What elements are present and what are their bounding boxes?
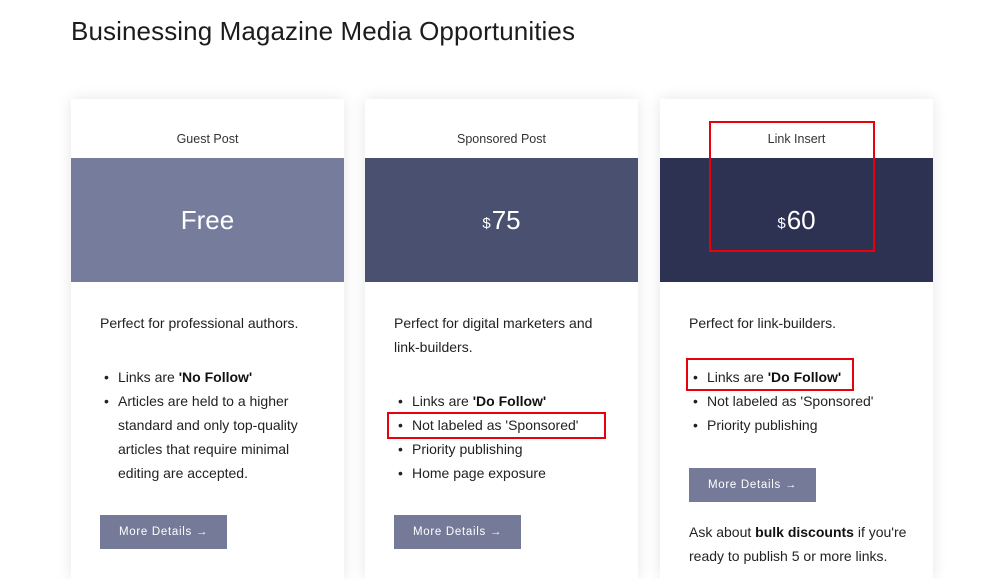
- price-amount: 75: [491, 204, 521, 235]
- bullet-icon: •: [398, 441, 403, 457]
- bullet-icon: •: [104, 393, 109, 409]
- feature-list: • Links are 'Do Follow' • Not labeled as…: [689, 365, 909, 437]
- plan-name: Sponsored Post: [457, 132, 546, 146]
- price-banner: $60: [660, 158, 933, 282]
- pricing-card-link-insert: Link Insert $60 Perfect for link-builder…: [660, 99, 933, 579]
- bullet-icon: •: [693, 369, 698, 385]
- feature-item: • Links are 'No Follow': [100, 365, 320, 389]
- bullet-icon: •: [398, 417, 403, 433]
- price-currency: $: [777, 214, 786, 232]
- bulk-discount-note: Ask about bulk discounts if you're ready…: [689, 524, 907, 564]
- feature-list: • Links are 'Do Follow' • Not labeled as…: [394, 389, 614, 485]
- feature-item: • Home page exposure: [394, 461, 614, 485]
- plan-name: Guest Post: [176, 132, 239, 146]
- bullet-icon: •: [693, 417, 698, 433]
- plan-description: Perfect for professional authors.: [100, 315, 299, 331]
- page-title: Businessing Magazine Media Opportunities: [71, 16, 576, 46]
- feature-item: • Links are 'Do Follow': [394, 389, 614, 413]
- bullet-icon: •: [398, 465, 403, 481]
- price-amount: Free: [180, 204, 235, 235]
- price-amount: 60: [786, 204, 816, 235]
- feature-item: • Not labeled as 'Sponsored': [689, 389, 909, 413]
- feature-list: • Links are 'No Follow' • Articles are h…: [100, 365, 320, 485]
- feature-item: • Priority publishing: [689, 413, 909, 437]
- bullet-icon: •: [104, 369, 109, 385]
- feature-item: • Priority publishing: [394, 437, 614, 461]
- more-details-button[interactable]: More Details →: [100, 515, 228, 549]
- bullet-icon: •: [693, 393, 698, 409]
- feature-item: • Links are 'Do Follow': [689, 365, 909, 389]
- plan-description: Perfect for digital marketers and link-b…: [394, 315, 593, 355]
- plan-name: Link Insert: [767, 132, 826, 146]
- feature-item: • Articles are held to a higher standard…: [100, 389, 320, 485]
- feature-item: • Not labeled as 'Sponsored': [394, 413, 614, 437]
- price-banner: $75: [365, 158, 638, 282]
- more-details-button[interactable]: More Details →: [394, 515, 522, 549]
- plan-description: Perfect for link-builders.: [689, 315, 837, 331]
- price-currency: $: [482, 214, 491, 232]
- price-banner: Free: [71, 158, 344, 282]
- bullet-icon: •: [398, 393, 403, 409]
- pricing-card-sponsored-post: Sponsored Post $75 Perfect for digital m…: [365, 99, 638, 579]
- pricing-card-guest-post: Guest Post Free Perfect for professional…: [71, 99, 344, 579]
- more-details-button[interactable]: More Details →: [689, 468, 817, 502]
